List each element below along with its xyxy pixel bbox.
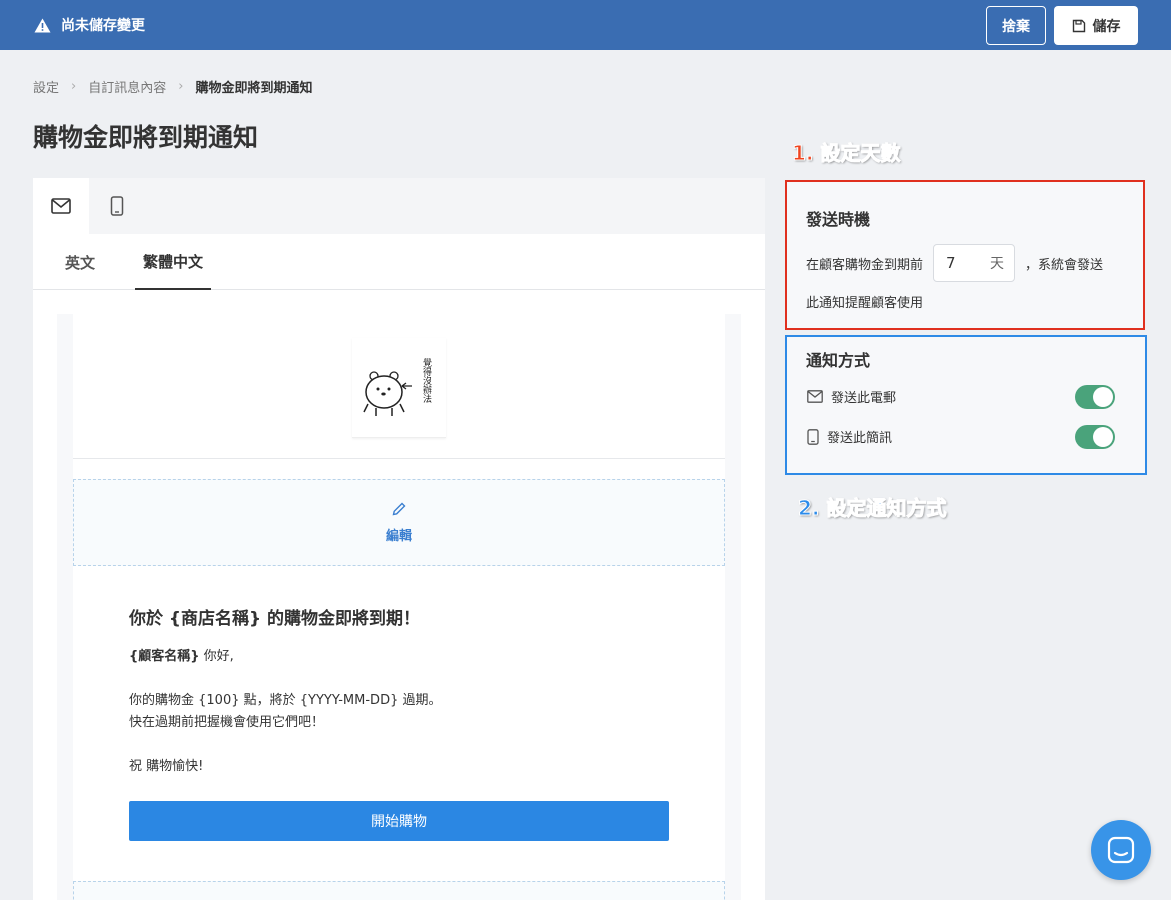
edit-zone-bottom[interactable] (73, 881, 725, 900)
tab-english[interactable]: 英文 (49, 234, 111, 290)
store-logo: 覺得沒辦法 (352, 338, 446, 438)
timing-row: 在顧客購物金到期前 7 天 ，系統會發送 (806, 244, 1103, 282)
mobile-icon (110, 196, 124, 216)
send-timing-title: 發送時機 (806, 210, 871, 229)
email-closing: 祝 購物愉快! (129, 759, 204, 774)
timing-prefix: 在顧客購物金到期前 (806, 257, 924, 273)
email-notify-toggle[interactable] (1075, 385, 1115, 409)
discard-button[interactable]: 捨棄 (986, 6, 1046, 45)
unsaved-warning: 尚未儲存變更 (34, 15, 145, 35)
email-notify-label: 發送此電郵 (831, 391, 897, 406)
sms-notify-label: 發送此簡訊 (827, 431, 893, 446)
email-preview-canvas: 覺得沒辦法 編輯 你於 {商店名稱} 的購物金即將到期！ {顧客名稱} 你好, … (57, 314, 741, 900)
timing-line2: 此通知提醒顧客使用 (806, 296, 924, 311)
email-content: 你於 {商店名稱} 的購物金即將到期！ {顧客名稱} 你好, 你的購物金 {10… (129, 604, 689, 778)
tab-traditional-chinese[interactable]: 繁體中文 (135, 234, 212, 290)
chat-support-button[interactable] (1091, 820, 1151, 880)
notification-method-card: 通知方式 發送此電郵 發送此簡訊 (785, 335, 1147, 475)
breadcrumb-item-current: 購物金即將到期通知 (195, 81, 313, 96)
email-greeting: {顧客名稱} 你好, (129, 649, 234, 664)
language-tabs: 英文 繁體中文 (33, 234, 765, 290)
warning-icon (34, 18, 51, 32)
mail-icon (807, 390, 823, 403)
breadcrumb-item-settings[interactable]: 設定 (33, 77, 59, 96)
breadcrumb: 設定 › 自訂訊息內容 › 購物金即將到期通知 (33, 77, 312, 96)
email-line-reminder: 快在過期前把握機會使用它們吧！ (129, 715, 325, 730)
email-body: 覺得沒辦法 編輯 你於 {商店名稱} 的購物金即將到期！ {顧客名稱} 你好, … (73, 314, 725, 900)
sms-notify-row: 發送此簡訊 (807, 427, 892, 446)
start-shopping-button[interactable]: 開始購物 (129, 801, 669, 841)
annotation-step-2: 2. 設定通知方式 (797, 496, 947, 521)
send-timing-card: 發送時機 在顧客購物金到期前 7 天 ，系統會發送 此通知提醒顧客使用 (785, 180, 1145, 330)
email-line-points: 你的購物金 {100} 點，將於 {YYYY-MM-DD} 過期。 (129, 693, 442, 708)
mobile-icon (807, 428, 819, 445)
save-label: 儲存 (1092, 18, 1121, 35)
annotation-step-1: 1. 設定天數 (791, 141, 901, 166)
unsaved-text: 尚未儲存變更 (61, 18, 145, 34)
page-title: 購物金即將到期通知 (33, 123, 259, 152)
days-value[interactable]: 7 (946, 254, 956, 272)
days-input[interactable]: 7 天 (933, 244, 1016, 282)
logo-text: 覺得沒辦法 (421, 356, 432, 403)
save-icon (1072, 19, 1085, 32)
notification-method-title: 通知方式 (806, 351, 871, 370)
edit-button[interactable]: 編輯 (386, 525, 412, 544)
email-heading: 你於 {商店名稱} 的購物金即將到期！ (129, 609, 421, 629)
sms-notify-toggle[interactable] (1075, 425, 1115, 449)
pencil-icon (392, 502, 406, 516)
edit-zone[interactable]: 編輯 (73, 479, 725, 566)
breadcrumb-item-custom-messages[interactable]: 自訂訊息內容 (88, 77, 166, 96)
chat-icon (1107, 836, 1135, 864)
email-notify-row: 發送此電郵 (807, 387, 896, 406)
chevron-right-icon: › (71, 79, 77, 94)
timing-suffix: ，系統會發送 (1025, 257, 1104, 273)
tab-email[interactable] (33, 178, 89, 234)
bear-logo-icon: 覺得沒辦法 (363, 356, 432, 416)
device-tabs (33, 178, 765, 234)
top-bar: 尚未儲存變更 捨棄 儲存 (0, 0, 1171, 50)
tab-sms[interactable] (89, 178, 145, 234)
days-unit: 天 (990, 256, 1005, 272)
preview-panel: 英文 繁體中文 覺得沒辦法 編輯 你於 {商店名稱} 的購物金即將到期！ {顧客… (33, 178, 765, 900)
mail-icon (51, 198, 71, 214)
divider (73, 458, 725, 459)
save-button[interactable]: 儲存 (1054, 6, 1138, 45)
chevron-right-icon: › (178, 79, 184, 94)
